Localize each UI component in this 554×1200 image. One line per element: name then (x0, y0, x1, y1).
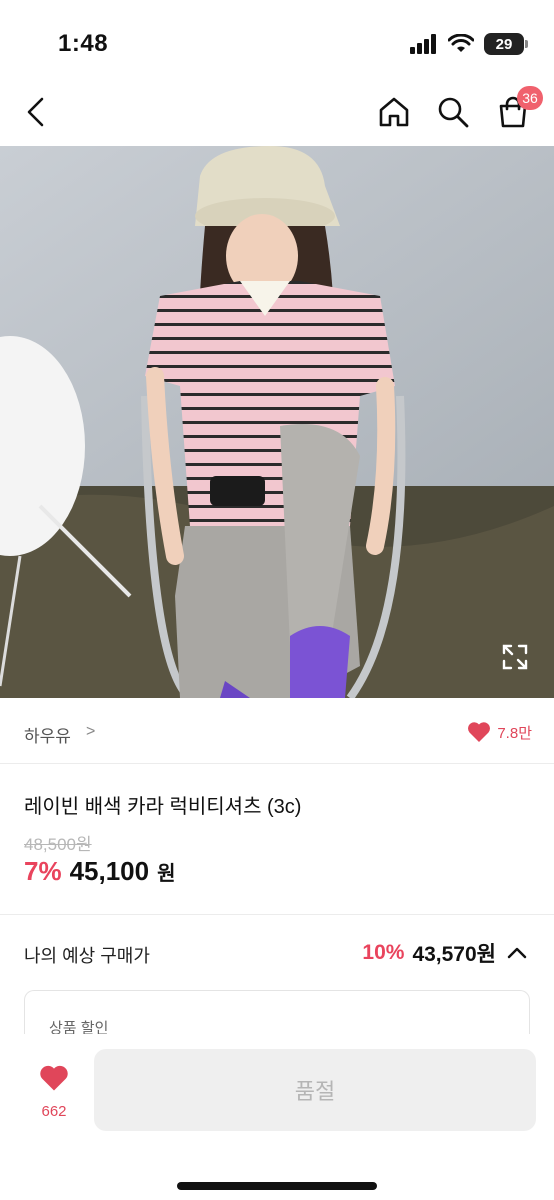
signal-icon (410, 34, 436, 54)
heart-icon (40, 1065, 68, 1091)
cart-badge: 36 (517, 86, 543, 110)
battery-icon: 29 (484, 33, 528, 55)
shop-like[interactable]: 7.8만 (467, 721, 532, 743)
expected-price-label: 나의 예상 구매가 (24, 946, 150, 966)
heart-icon (468, 722, 491, 742)
expand-icon[interactable] (500, 642, 530, 672)
status-time: 1:48 (58, 30, 109, 57)
wish-button[interactable]: 662 (28, 1064, 80, 1120)
discount-rate: 7% (24, 856, 62, 886)
original-price: 48,500원 (24, 835, 92, 854)
back-button[interactable] (14, 90, 58, 134)
home-indicator (177, 1182, 377, 1190)
expected-price-toggle[interactable]: 10% 43,570원 (362, 938, 530, 968)
shop-name[interactable]: 하우유 (24, 722, 71, 747)
shop-like-count: 7.8만 (497, 724, 532, 742)
wifi-icon (448, 34, 474, 52)
status-bar: 1:48 29 (0, 0, 554, 80)
home-button[interactable] (372, 90, 416, 134)
cart-button[interactable]: 36 (491, 86, 543, 134)
product-photo (0, 146, 554, 698)
wish-count: 662 (41, 1103, 67, 1120)
soldout-button[interactable]: 품절 (94, 1049, 536, 1131)
bottom-bar: 662 품절 (0, 1034, 554, 1200)
chevron-up-icon[interactable] (504, 940, 530, 966)
section-divider (0, 914, 554, 915)
currency-label: 원 (157, 863, 176, 885)
search-icon (438, 97, 469, 128)
product-image[interactable] (0, 146, 554, 698)
nav-bar: 36 (0, 80, 554, 144)
expected-price-value: 43,570원 (412, 943, 496, 966)
expected-discount-rate: 10% (362, 941, 405, 964)
sale-price: 45,100 (69, 856, 150, 886)
price-row: 7% 45,100 원 (24, 856, 176, 887)
status-icons: 29 (410, 32, 528, 56)
back-arrow-icon (27, 97, 44, 127)
home-icon (379, 97, 409, 127)
shop-chevron-icon: > (86, 723, 96, 740)
search-button[interactable] (431, 90, 475, 134)
product-title: 레이빈 배색 카라 럭비티셔츠 (3c) (24, 796, 302, 818)
shop-row[interactable]: 하우유 > 7.8만 (0, 700, 554, 764)
